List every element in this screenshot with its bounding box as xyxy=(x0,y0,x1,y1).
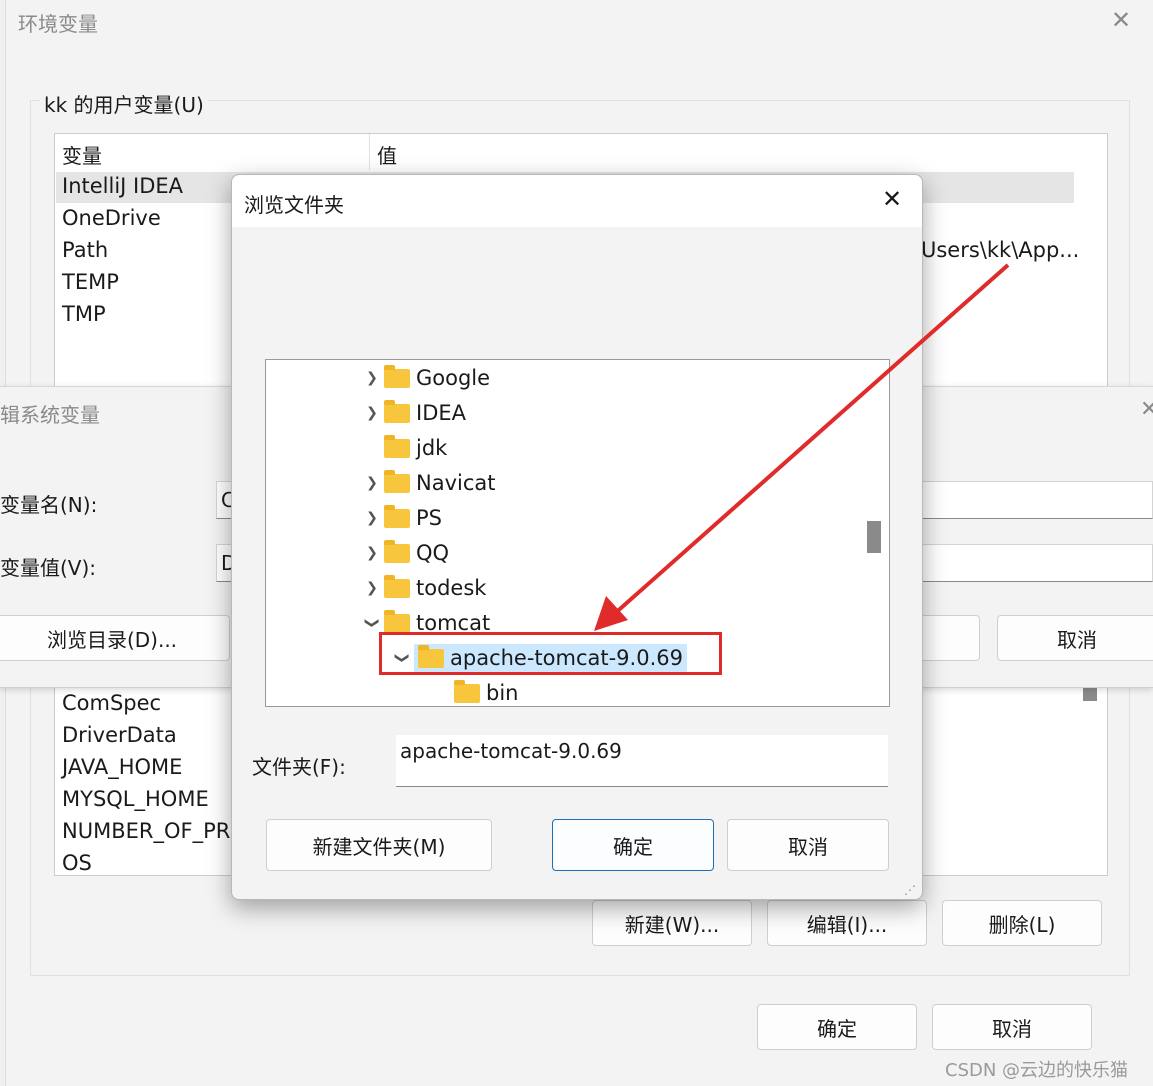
resize-grip-icon[interactable]: ⋰ xyxy=(904,883,916,897)
tree-item-qq[interactable]: ❯ QQ xyxy=(360,536,449,570)
watermark: CSDN @云边的快乐猫 xyxy=(945,1060,1129,1081)
list-item[interactable]: TMP xyxy=(62,302,106,326)
list-item[interactable]: OS xyxy=(62,851,92,875)
tree-item-label: Google xyxy=(416,366,491,390)
close-icon[interactable]: ✕ xyxy=(1111,6,1131,34)
tree-item-bin[interactable]: bin xyxy=(430,676,519,706)
delete-variable-button[interactable]: 删除(L) xyxy=(942,900,1102,946)
list-item[interactable]: NUMBER_OF_PRO xyxy=(62,819,247,843)
path-value: Users\kk\App... xyxy=(921,238,1080,262)
variable-value-label: 变量值(V): xyxy=(0,556,97,580)
tree-item-google[interactable]: ❯ Google xyxy=(360,361,490,395)
chevron-right-icon[interactable]: ❯ xyxy=(360,580,384,596)
new-variable-button[interactable]: 新建(W)... xyxy=(592,900,752,946)
tree-item-label: bin xyxy=(486,681,519,705)
list-item[interactable]: OneDrive xyxy=(62,206,161,230)
chevron-down-icon[interactable]: ❯ xyxy=(364,611,380,635)
list-item[interactable]: JAVA_HOME xyxy=(62,755,182,779)
chevron-right-icon[interactable]: ❯ xyxy=(360,475,384,491)
folder-label: 文件夹(F): xyxy=(252,755,346,779)
tree-item-label: jdk xyxy=(416,436,448,460)
tree-item-ps[interactable]: ❯ PS xyxy=(360,501,442,535)
column-header-value[interactable]: 值 xyxy=(377,140,397,169)
close-icon[interactable]: ✕ xyxy=(1140,397,1153,422)
window-title: 环境变量 xyxy=(18,12,98,36)
tree-item-label: QQ xyxy=(416,541,450,565)
folder-icon xyxy=(384,469,410,493)
chevron-right-icon[interactable]: ❯ xyxy=(360,405,384,421)
list-item[interactable]: IntelliJ IDEA xyxy=(62,174,183,198)
dialog-title: 浏览文件夹 xyxy=(244,193,344,217)
folder-icon xyxy=(454,679,480,703)
cancel-button[interactable]: 取消 xyxy=(932,1004,1092,1050)
dialog-title: 辑系统变量 xyxy=(0,403,100,427)
cancel-button[interactable]: 取消 xyxy=(727,819,889,871)
tree-item-todesk[interactable]: ❯ todesk xyxy=(360,571,486,605)
browse-directory-button[interactable]: 浏览目录(D)... xyxy=(0,615,230,661)
list-item[interactable]: Path xyxy=(62,238,108,262)
chevron-right-icon[interactable]: ❯ xyxy=(360,370,384,386)
user-variables-label: kk 的用户变量(U) xyxy=(40,89,208,118)
folder-icon xyxy=(384,574,410,598)
folder-name-field[interactable]: apache-tomcat-9.0.69 xyxy=(396,735,888,787)
tree-item-navicat[interactable]: ❯ Navicat xyxy=(360,466,496,500)
chevron-right-icon[interactable]: ❯ xyxy=(360,510,384,526)
new-folder-button[interactable]: 新建文件夹(M) xyxy=(266,819,492,871)
column-header-variable[interactable]: 变量 xyxy=(62,140,102,169)
ok-button[interactable]: 确定 xyxy=(757,1004,917,1050)
cancel-button[interactable]: 取消 xyxy=(997,615,1153,661)
list-item[interactable]: ComSpec xyxy=(62,691,161,715)
list-item[interactable]: DriverData xyxy=(62,723,177,747)
scrollbar-thumb[interactable] xyxy=(1083,687,1097,701)
annotation-highlight-box xyxy=(379,632,722,675)
list-item[interactable]: TEMP xyxy=(62,270,119,294)
edit-variable-button[interactable]: 编辑(I)... xyxy=(767,900,927,946)
tree-item-label: todesk xyxy=(416,576,487,600)
list-item[interactable]: MYSQL_HOME xyxy=(62,787,209,811)
folder-icon xyxy=(384,434,410,458)
browse-folder-dialog: 浏览文件夹 ✕ ❯ Google ❯ IDEA jdk ❯ Navicat ❯ PS ❯… xyxy=(231,174,923,900)
chevron-right-icon[interactable]: ❯ xyxy=(360,545,384,561)
tree-item-label: PS xyxy=(416,506,442,530)
folder-icon xyxy=(384,399,410,423)
close-icon[interactable]: ✕ xyxy=(882,185,902,213)
tree-item-idea[interactable]: ❯ IDEA xyxy=(360,396,466,430)
tree-item-jdk[interactable]: jdk xyxy=(360,431,447,465)
folder-icon xyxy=(384,539,410,563)
folder-icon xyxy=(384,609,410,633)
tree-item-label: Navicat xyxy=(416,471,496,495)
folder-icon xyxy=(384,364,410,388)
column-divider xyxy=(369,134,370,170)
variable-name-label: 变量名(N): xyxy=(0,493,98,517)
tree-item-label: IDEA xyxy=(416,401,466,425)
scrollbar-thumb[interactable] xyxy=(867,521,881,553)
ok-button[interactable]: 确定 xyxy=(552,819,714,871)
folder-icon xyxy=(384,504,410,528)
